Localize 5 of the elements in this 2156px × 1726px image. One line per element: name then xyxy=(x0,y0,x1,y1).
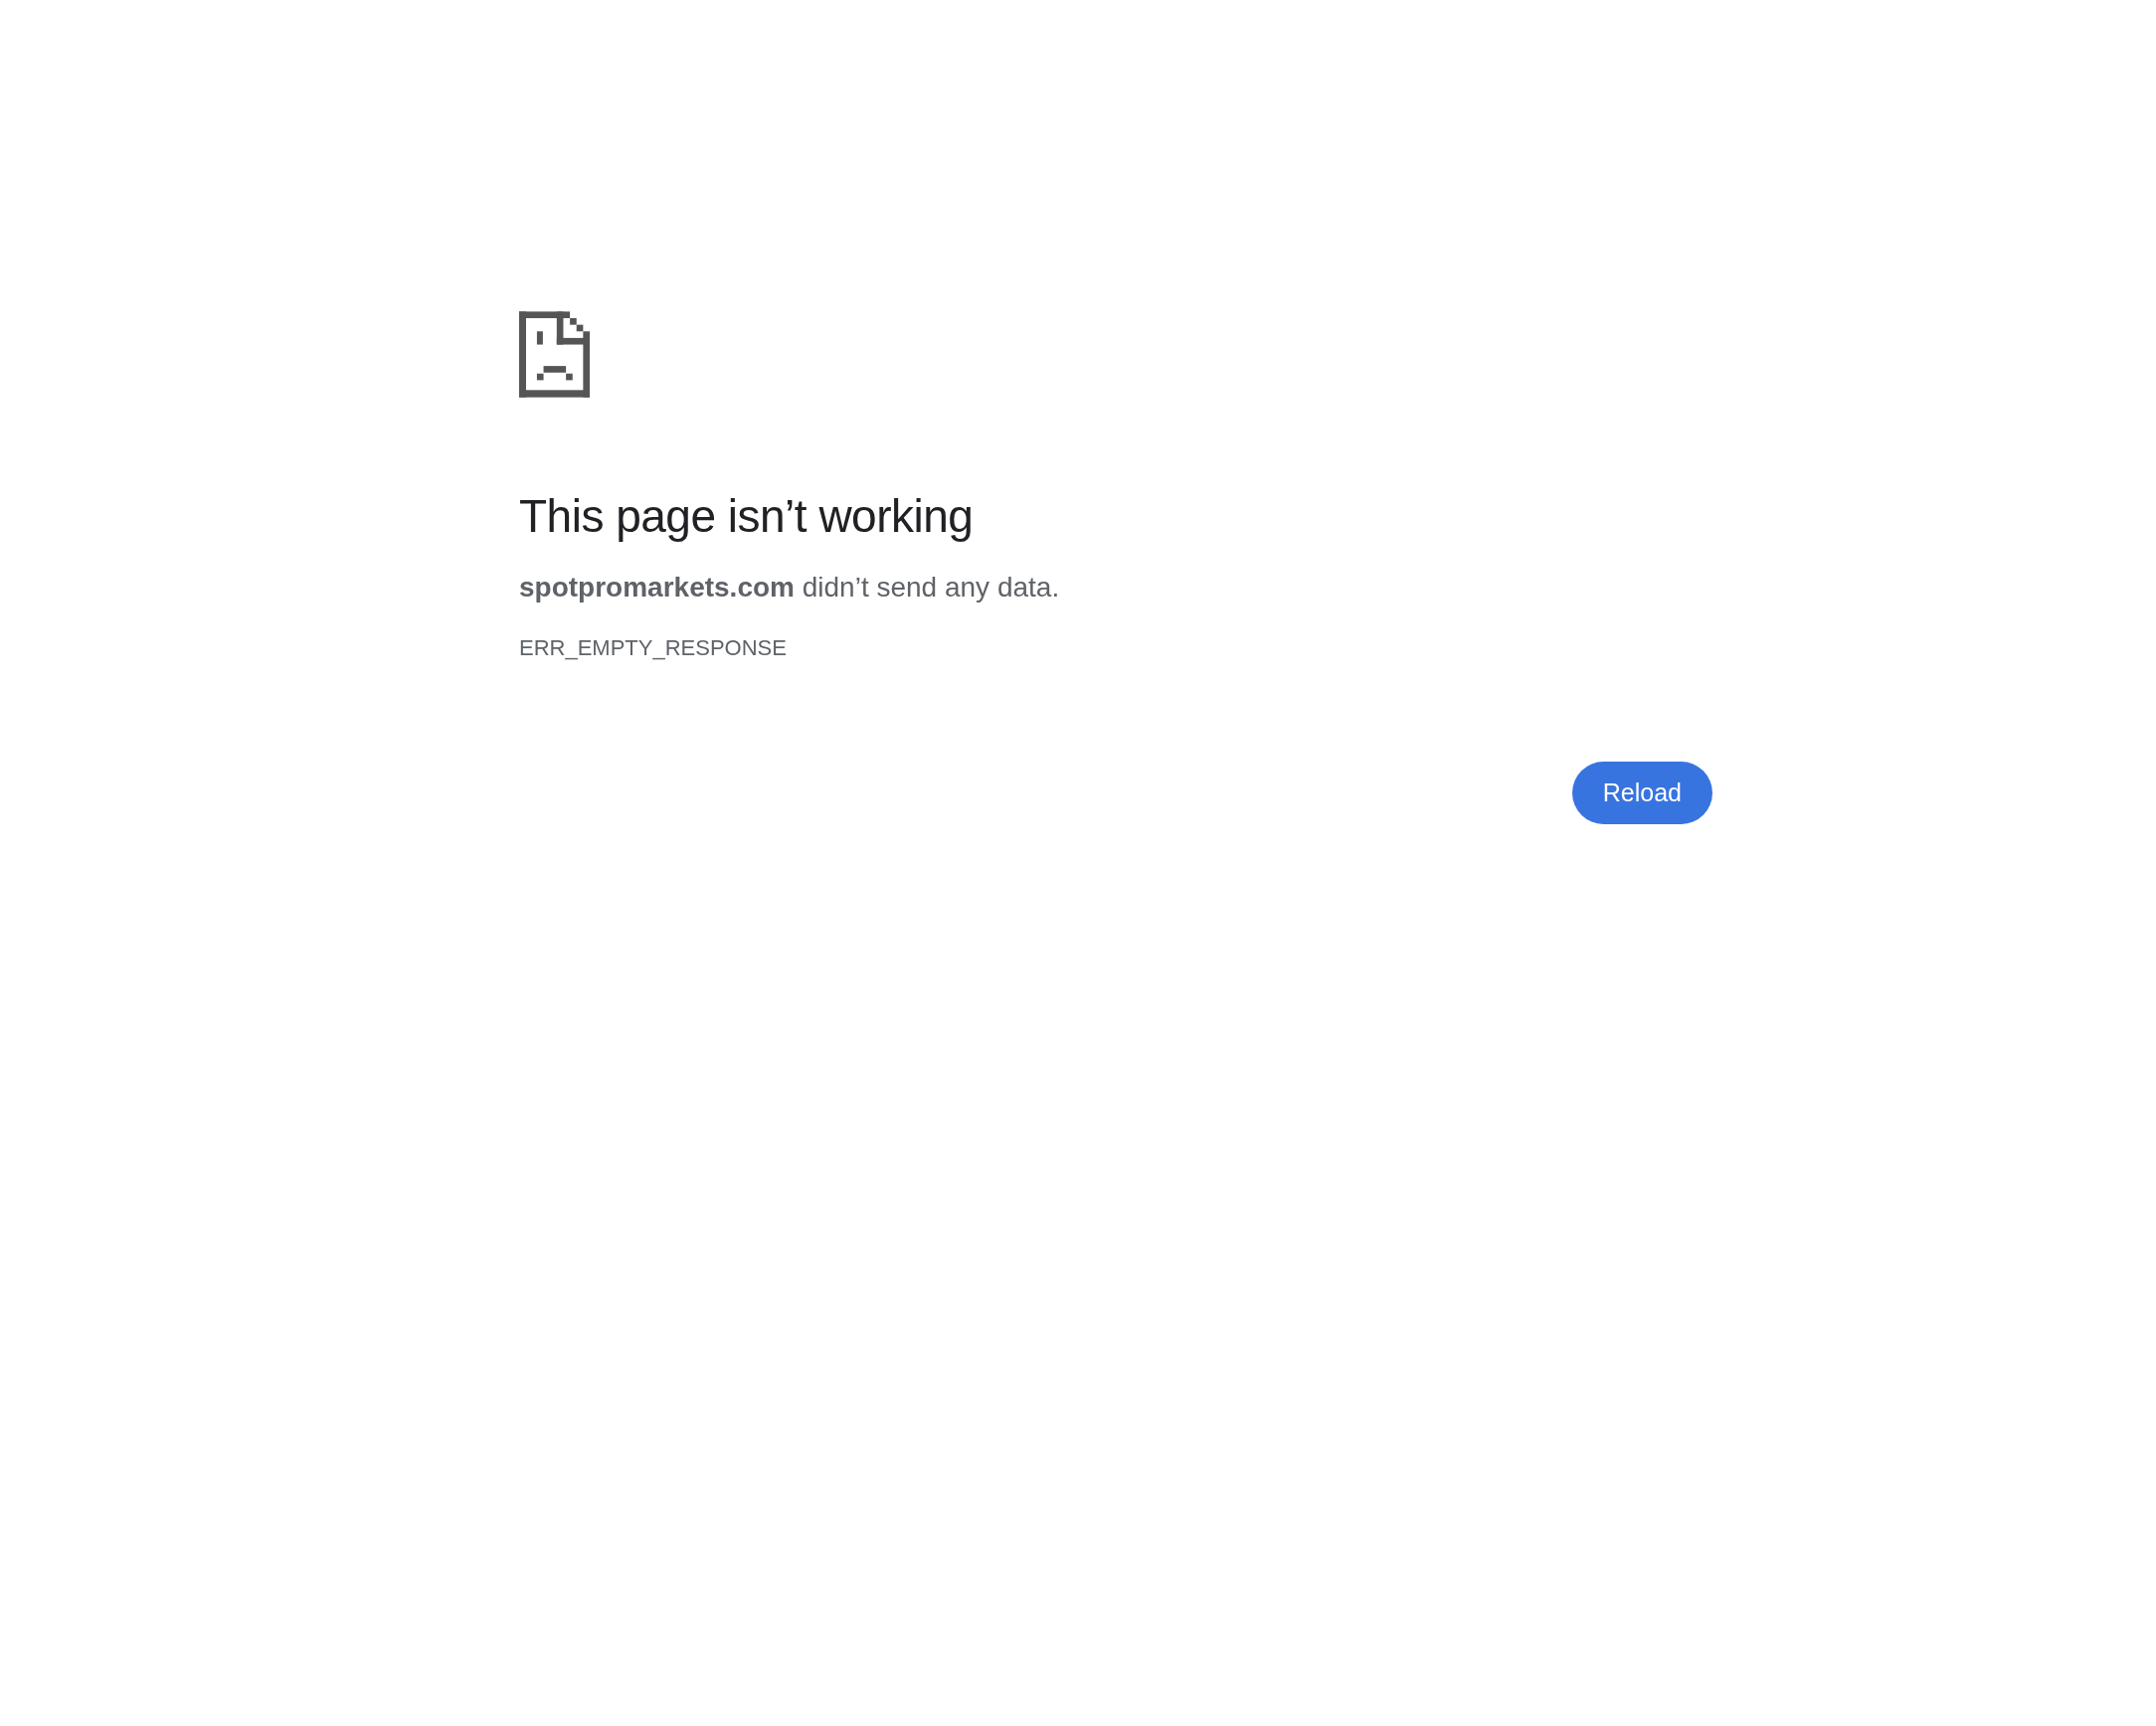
reload-button[interactable]: Reload xyxy=(1571,762,1712,825)
sad-page-icon xyxy=(519,311,590,398)
error-code: ERR_EMPTY_RESPONSE xyxy=(519,633,788,662)
error-title: This page isn’t working xyxy=(519,489,975,544)
error-message: spotpromarkets.com didn’t send any data. xyxy=(519,571,1061,605)
